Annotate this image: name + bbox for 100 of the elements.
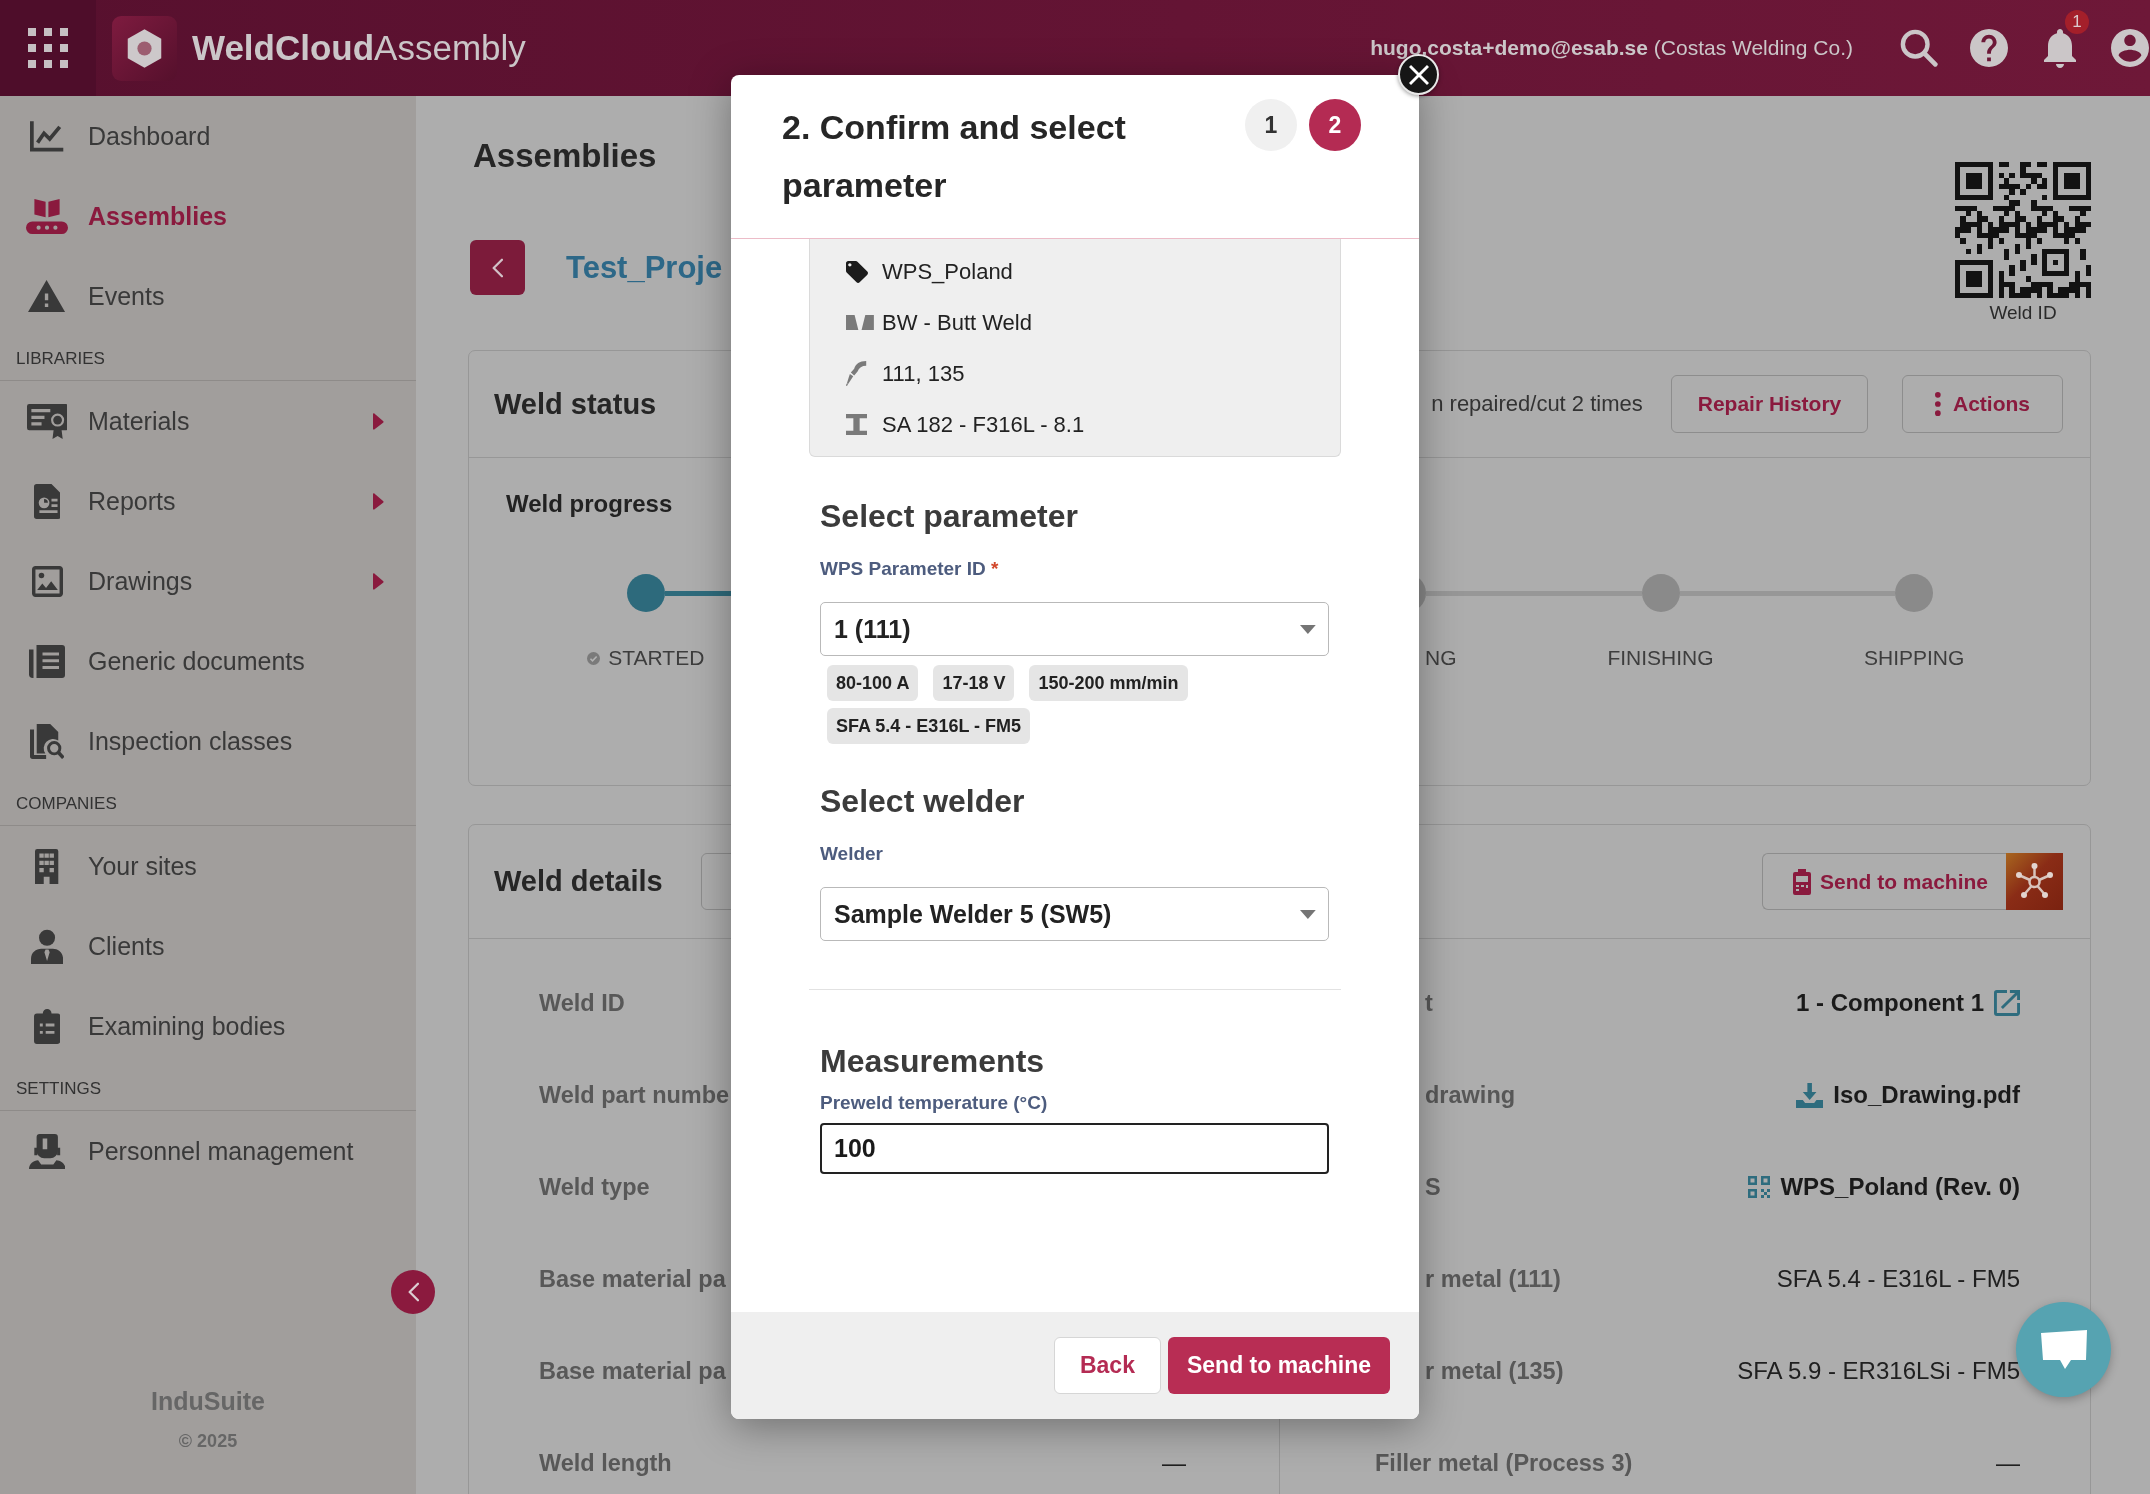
- field-label: Weld type: [539, 1173, 650, 1201]
- repair-note: n repaired/cut 2 times: [1431, 391, 1643, 417]
- send-button[interactable]: Send to machine: [1167, 1337, 1390, 1394]
- warning-icon: [28, 280, 66, 312]
- field-value: WPS_Poland (Rev. 0): [1780, 1173, 2020, 1201]
- send-to-machine-button[interactable]: Send to machine: [1761, 853, 2006, 910]
- stage-label: STARTED: [608, 646, 705, 670]
- help-button[interactable]: [1969, 28, 2009, 68]
- line-chart-icon: [30, 120, 64, 152]
- i-beam-icon: [846, 414, 867, 435]
- nav-item[interactable]: Your sites: [0, 826, 416, 906]
- parameter-chip: 80-100 A: [827, 665, 919, 701]
- field-value: —: [1996, 1449, 2020, 1477]
- account-button[interactable]: [2110, 28, 2150, 68]
- field-label: S: [1425, 1173, 1441, 1201]
- nav-item[interactable]: Events: [0, 256, 416, 336]
- stage-label: FINISHING: [1607, 646, 1714, 670]
- chevron-left-icon: [492, 257, 503, 278]
- download-icon[interactable]: [1796, 1082, 1824, 1108]
- worker-icon: [28, 1133, 66, 1169]
- chevron-left-icon: [407, 1282, 419, 1302]
- card-title: Weld status: [494, 387, 657, 421]
- page-title: Assemblies: [473, 136, 658, 176]
- document-search-icon: [29, 723, 65, 759]
- person-icon: [30, 928, 64, 964]
- close-icon: [1408, 64, 1429, 85]
- field-value: Iso_Drawing.pdf: [1833, 1081, 2020, 1109]
- nav-item[interactable]: Clients: [0, 906, 416, 986]
- summary-text: BW - Butt Weld: [882, 309, 1032, 336]
- field-label: Base material pa: [539, 1357, 726, 1385]
- field-label: WPS Parameter ID *: [820, 557, 1000, 581]
- tag-icon: [846, 260, 868, 283]
- nav-item[interactable]: Drawings: [0, 541, 416, 621]
- help-icon: [1970, 29, 2008, 67]
- field-label: drawing: [1425, 1081, 1516, 1109]
- field-label: Preweld temperature (°C): [820, 1091, 1049, 1115]
- temperature-input[interactable]: 100: [820, 1123, 1329, 1174]
- field-label: r metal (111): [1425, 1265, 1561, 1293]
- step-indicator: 2: [1309, 99, 1361, 151]
- bell-icon: [2044, 28, 2076, 68]
- section-heading: SETTINGS: [16, 1079, 101, 1099]
- stage-label: SHIPPING: [1864, 646, 1965, 670]
- account-icon: [2111, 29, 2149, 67]
- caret-down-icon: [1300, 624, 1316, 634]
- nav-item[interactable]: Inspection classes: [0, 701, 416, 781]
- parameter-chip: 17-18 V: [933, 665, 1015, 701]
- qr-caption: Weld ID: [1989, 302, 2057, 324]
- stage-label: NG: [1425, 646, 1457, 670]
- book-conveyor-icon: [26, 198, 68, 234]
- field-label: Weld length: [539, 1449, 672, 1477]
- user-account-text: hugo.costa+demo@esab.se (Costas Welding Co.): [1370, 36, 1853, 60]
- nav-item[interactable]: Materials: [0, 381, 416, 461]
- select-field[interactable]: Sample Welder 5 (SW5): [820, 887, 1329, 941]
- document-icon: [29, 644, 65, 678]
- field-value: SFA 5.9 - ER316LSi - FM5: [1737, 1357, 2020, 1385]
- menu-button[interactable]: Actions: [1902, 375, 2063, 433]
- nav-item[interactable]: Dashboard: [0, 96, 416, 176]
- nav-item[interactable]: Reports: [0, 461, 416, 541]
- back-button[interactable]: [470, 240, 525, 295]
- network-hub-icon: [2006, 853, 2063, 910]
- certificate-icon: [26, 403, 68, 439]
- butt-joint-icon: [846, 315, 874, 330]
- field-value: —: [1162, 1449, 1186, 1477]
- select-field[interactable]: 1 (111): [820, 602, 1329, 656]
- back-button[interactable]: Back: [1053, 1337, 1161, 1394]
- field-label: Filler metal (Process 3): [1375, 1449, 1633, 1477]
- field-value: SFA 5.4 - E316L - FM5: [1776, 1265, 2020, 1293]
- caret-down-icon: [1300, 909, 1316, 919]
- field-label: t: [1425, 989, 1433, 1017]
- section-title: Weld progress: [506, 489, 673, 519]
- summary-text: 111, 135: [882, 360, 965, 387]
- parameter-chip: SFA 5.4 - E316L - FM5: [827, 708, 1031, 744]
- summary-text: SA 182 - F316L - 8.1: [882, 411, 1085, 438]
- outline-button[interactable]: Repair History: [1670, 375, 1869, 433]
- assembly-title: Test_Proje: [566, 249, 723, 286]
- speech-bubble-icon: [2039, 1329, 2088, 1370]
- copyright-text: © 2025: [178, 1430, 238, 1453]
- apps-menu-button[interactable]: [0, 0, 96, 96]
- field-label: r metal (135): [1425, 1357, 1564, 1385]
- external-link-icon[interactable]: [1994, 990, 2020, 1016]
- nav-item[interactable]: Personnel management: [0, 1111, 416, 1191]
- app-title: WeldCloudAssembly: [192, 28, 526, 68]
- search-button[interactable]: [1899, 28, 1939, 68]
- notification-badge: 1: [2065, 10, 2089, 34]
- nav-item[interactable]: Generic documents: [0, 621, 416, 701]
- machine-icon: [1792, 868, 1811, 895]
- field-label: Weld ID: [539, 989, 625, 1017]
- step-indicator: 1: [1245, 99, 1297, 151]
- torch-icon: [846, 361, 868, 386]
- section-title: Select welder: [820, 782, 1026, 820]
- nav-item[interactable]: Assemblies: [0, 176, 416, 256]
- card-title: Weld details: [494, 865, 663, 898]
- field-label: Base material pa: [539, 1265, 726, 1293]
- section-heading: COMPANIES: [16, 794, 117, 814]
- nav-item[interactable]: Examining bodies: [0, 986, 416, 1066]
- check-circle-icon: [587, 651, 601, 665]
- grid-menu-icon: [28, 28, 68, 68]
- clipboard-icon: [33, 1008, 61, 1044]
- section-title: Select parameter: [820, 497, 1079, 535]
- field-value: 1 - Component 1: [1796, 989, 1984, 1017]
